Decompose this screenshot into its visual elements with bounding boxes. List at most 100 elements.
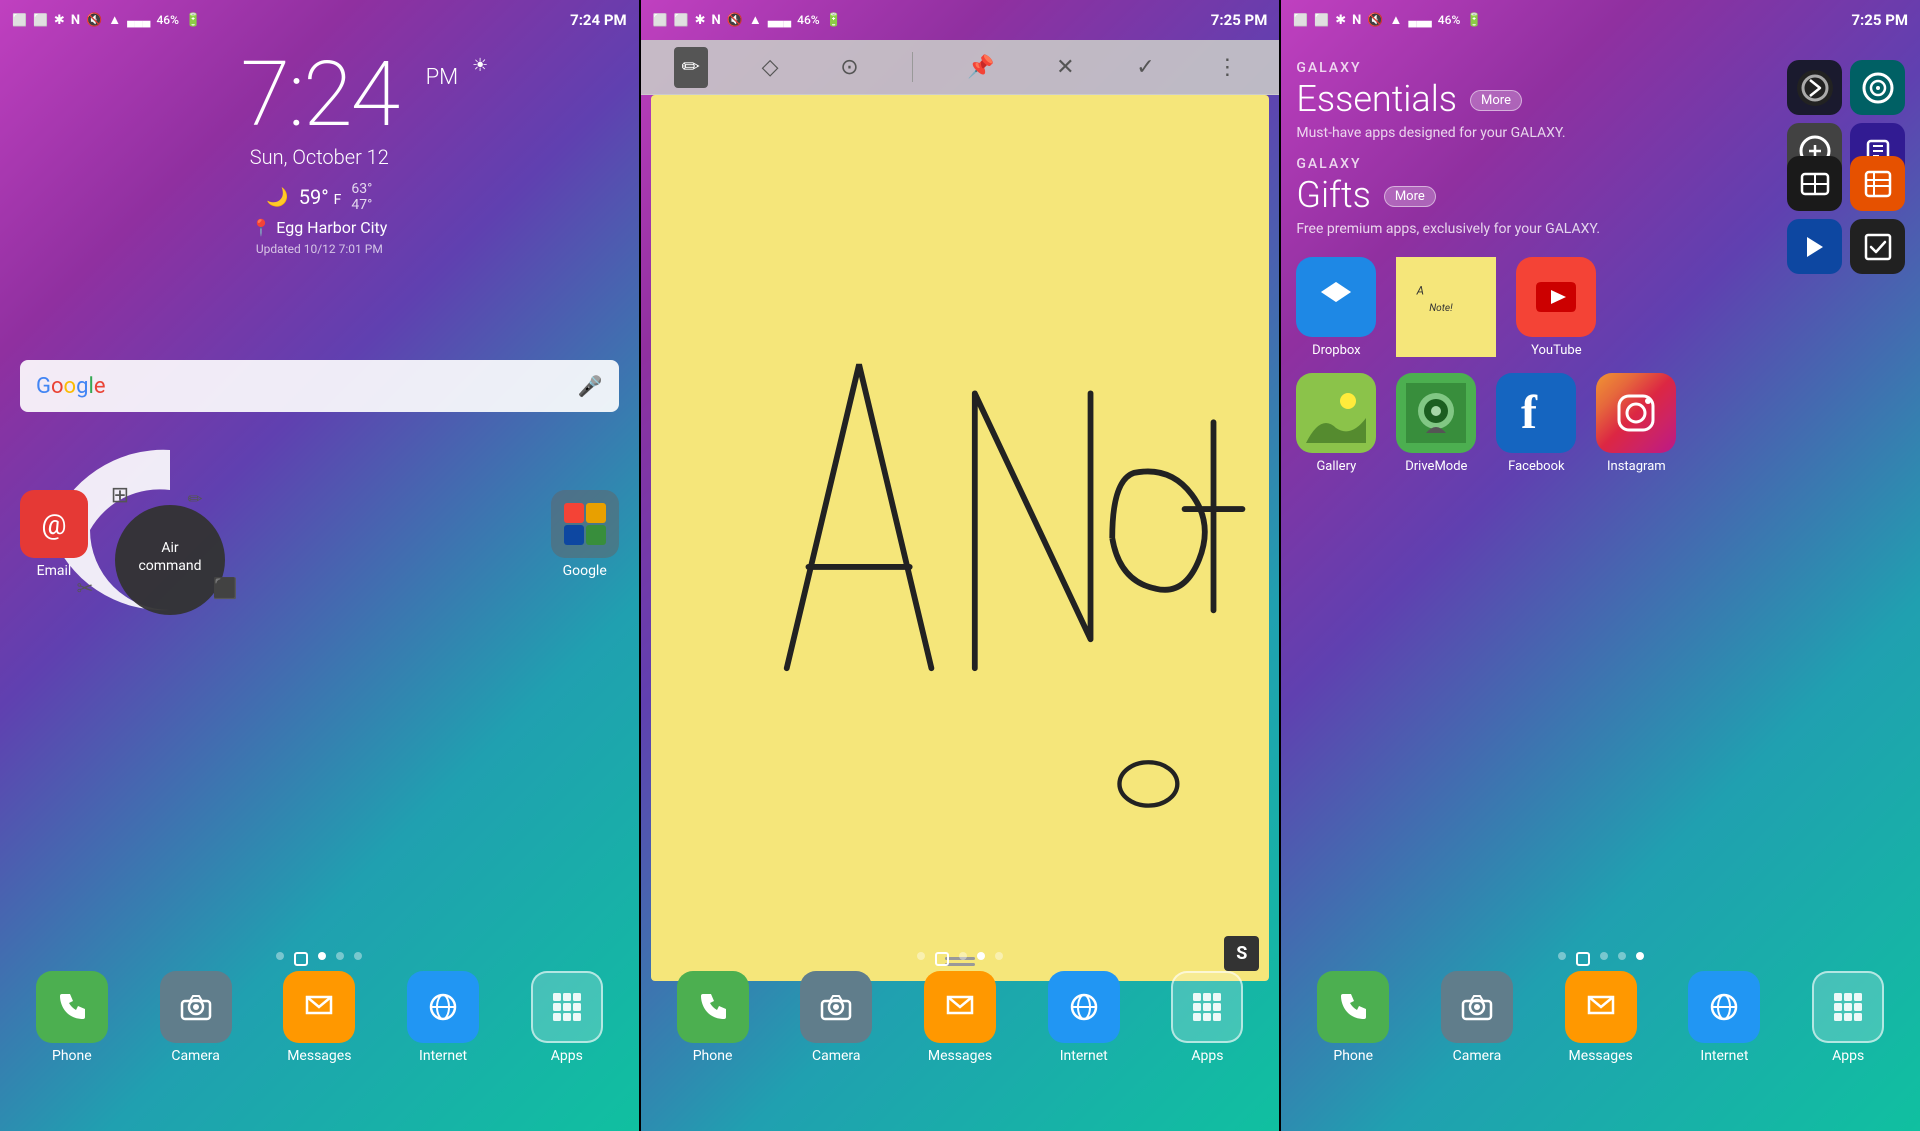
note-content-area[interactable]: S	[651, 95, 1270, 981]
wifi-icon-3: ▲	[1390, 12, 1403, 28]
dock-phone-2[interactable]: Phone	[663, 971, 763, 1064]
svg-text:Air: Air	[161, 540, 179, 556]
messages-icon-1	[283, 971, 355, 1043]
drivemode-app[interactable]: DriveMode	[1396, 373, 1476, 474]
internet-label-2: Internet	[1060, 1048, 1108, 1064]
messages-label-2: Messages	[928, 1048, 992, 1064]
email-app-icon[interactable]: @ Email	[20, 490, 88, 579]
weather-widget: 🌙 59° F 63°47°	[0, 181, 639, 213]
dot-1	[276, 952, 284, 960]
internet-icon-2	[1048, 971, 1120, 1043]
signal-icon-2: ▄▄▄	[768, 14, 791, 27]
note-thumb-icon: A Note!	[1396, 257, 1496, 357]
dock-camera-2[interactable]: Camera	[786, 971, 886, 1064]
temp-display: 59° F	[299, 185, 342, 209]
google-folder-icon[interactable]: Google	[551, 490, 619, 579]
dock-camera-3[interactable]: Camera	[1427, 971, 1527, 1064]
battery-icon-1: 🔋	[185, 13, 201, 28]
note-toolbar: ✏ ◇ ⊙ 📌 ✕ ✓ ⋮	[641, 40, 1280, 95]
dock-phone-1[interactable]: Phone	[22, 971, 122, 1064]
instagram-app[interactable]: Instagram	[1596, 373, 1676, 474]
wifi-icon-2: ▲	[749, 12, 762, 28]
dock-1: Phone Camera Messages Internet	[0, 971, 639, 1131]
screenshot-icon: ⬜	[12, 13, 27, 27]
gallery-app[interactable]: Gallery	[1296, 373, 1376, 474]
dock-apps-btn-1[interactable]: Apps	[517, 971, 617, 1064]
gallery-label: Gallery	[1316, 459, 1356, 474]
gifts-app-2[interactable]	[1850, 156, 1905, 211]
dot-3	[336, 952, 344, 960]
more-tool-icon[interactable]: ⋮	[1208, 47, 1246, 88]
status-bar-2: ⬜ ⬜ ✱ N 🔇 ▲ ▄▄▄ 46% 🔋 7:25 PM	[641, 0, 1280, 40]
youtube-icon	[1516, 257, 1596, 337]
essentials-title: Essentials	[1296, 78, 1457, 120]
screenshot-icon-2: ⬜	[653, 13, 668, 27]
status-time-2: 7:25 PM	[1211, 11, 1268, 29]
svg-text:command: command	[138, 558, 201, 574]
signal-icon: ▄▄▄	[127, 14, 150, 27]
dock-internet-2[interactable]: Internet	[1034, 971, 1134, 1064]
battery-text-3: 46%	[1438, 13, 1460, 27]
temp-range: 63°47°	[351, 181, 372, 213]
status-time-1: 7:24 PM	[570, 11, 627, 29]
gifts-app-3[interactable]	[1787, 219, 1842, 274]
google-search-bar[interactable]: Google 🎤	[20, 360, 619, 412]
gifts-section: GALAXY Gifts More Free premium apps, exc…	[1296, 156, 1905, 237]
check-tool-icon[interactable]: ✓	[1128, 47, 1162, 88]
signal-icon-3: ▄▄▄	[1408, 14, 1431, 27]
location-city: Egg Harbor City	[276, 218, 387, 237]
status-bar-1: ⬜ ⬜ ✱ N 🔇 ▲ ▄▄▄ 46% 🔋 7:24 PM	[0, 0, 639, 40]
status-bar-3: ⬜ ⬜ ✱ N 🔇 ▲ ▄▄▄ 46% 🔋 7:25 PM	[1281, 0, 1920, 40]
lasso-tool-icon[interactable]: ⊙	[832, 47, 866, 88]
dock-apps-btn-3[interactable]: Apps	[1798, 971, 1898, 1064]
clock-date-1: Sun, October 12	[0, 145, 639, 169]
gifts-app-4[interactable]	[1850, 219, 1905, 274]
pen-tool-icon[interactable]: ✏	[674, 47, 708, 88]
pin-tool-icon[interactable]: 📌	[959, 47, 1002, 88]
dock-apps-3: Phone Camera Messages Internet	[1281, 971, 1920, 1064]
galaxy-store-content: GALAXY Essentials More Must-have apps de…	[1281, 45, 1920, 981]
essentials-section: GALAXY Essentials More Must-have apps de…	[1296, 60, 1905, 141]
dock-internet-1[interactable]: Internet	[393, 971, 493, 1064]
bluetooth-icon-3: ✱	[1335, 13, 1346, 28]
toolbar-divider-1	[912, 52, 913, 82]
gifts-title: Gifts	[1296, 174, 1370, 216]
screen-1: ⬜ ⬜ ✱ N 🔇 ▲ ▄▄▄ 46% 🔋 7:24 PM 7:24 PM ☀ …	[0, 0, 639, 1131]
dock-messages-1[interactable]: Messages	[269, 971, 369, 1064]
location-display: 📍 Egg Harbor City	[0, 218, 639, 237]
dock-3: Phone Camera Messages Internet	[1281, 971, 1920, 1131]
dock-camera-1[interactable]: Camera	[146, 971, 246, 1064]
gifts-apps-grid	[1787, 156, 1905, 274]
dropbox-label: Dropbox	[1312, 343, 1361, 358]
screen-3: ⬜ ⬜ ✱ N 🔇 ▲ ▄▄▄ 46% 🔋 7:25 PM GALAXY Ess…	[1281, 0, 1920, 1131]
eraser-tool-icon[interactable]: ◇	[754, 47, 787, 88]
dock-phone-3[interactable]: Phone	[1303, 971, 1403, 1064]
dock-apps-btn-2[interactable]: Apps	[1157, 971, 1257, 1064]
nfc-icon: N	[71, 13, 80, 28]
svg-text:f: f	[1521, 388, 1538, 438]
apps-icon-3	[1812, 971, 1884, 1043]
note-thumb-app[interactable]: A Note!	[1396, 257, 1496, 357]
screenshot2-icon-3: ⬜	[1314, 13, 1329, 27]
dropbox-app[interactable]: Dropbox	[1296, 257, 1376, 358]
youtube-app[interactable]: YouTube	[1516, 257, 1596, 358]
page-indicator-2	[641, 952, 1280, 966]
dock-internet-3[interactable]: Internet	[1674, 971, 1774, 1064]
gifts-more-badge[interactable]: More	[1384, 186, 1436, 207]
dock-messages-3[interactable]: Messages	[1551, 971, 1651, 1064]
gifts-app-1[interactable]	[1787, 156, 1842, 211]
essentials-app-2[interactable]	[1850, 60, 1905, 115]
sun-icon-1: ☀	[472, 55, 488, 76]
phone-label-3: Phone	[1333, 1048, 1373, 1064]
dot2-home	[935, 952, 949, 966]
mic-icon[interactable]: 🎤	[578, 374, 603, 398]
essentials-more-badge[interactable]: More	[1470, 90, 1522, 111]
battery-icon-2: 🔋	[826, 13, 842, 28]
close-tool-icon[interactable]: ✕	[1048, 47, 1082, 88]
bluetooth-icon-2: ✱	[695, 13, 706, 28]
dock-messages-2[interactable]: Messages	[910, 971, 1010, 1064]
nfc-icon-2: N	[711, 13, 720, 28]
facebook-app[interactable]: f Facebook	[1496, 373, 1576, 474]
bluetooth-icon: ✱	[54, 13, 65, 28]
essentials-app-1[interactable]	[1787, 60, 1842, 115]
